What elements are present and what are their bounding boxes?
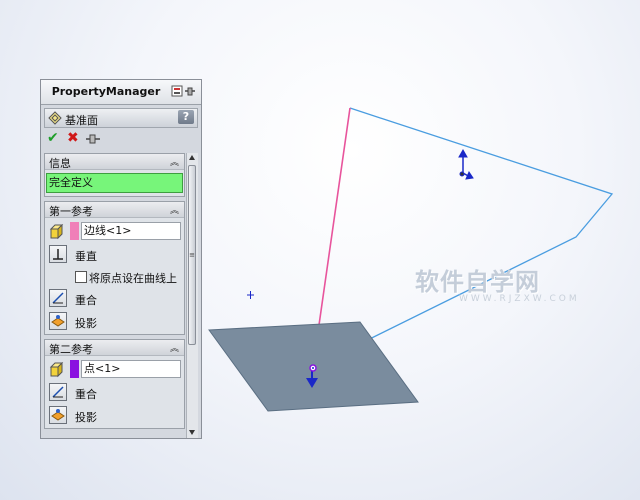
project-icon[interactable] — [49, 312, 67, 330]
panel-pin-icon[interactable] — [171, 85, 197, 98]
perpendicular-icon[interactable] — [49, 245, 67, 263]
status-message: 完全定义 — [46, 173, 183, 193]
project-option[interactable]: 投影 — [45, 311, 184, 333]
panel-scroll-area[interactable]: 信息 ︽ 完全定义 第一参考 ︽ 边线<1> 垂直 将原点设在曲线上 重合 投影… — [44, 153, 185, 438]
perpendicular-label: 垂直 — [75, 250, 97, 263]
ok-check-icon[interactable]: ✔ — [47, 130, 59, 146]
info-group-title: 信息 — [49, 157, 71, 170]
first-reference-title: 第一参考 — [49, 205, 93, 218]
feature-name: 基准面 — [65, 114, 98, 127]
info-group-header[interactable]: 信息 ︽ — [45, 154, 184, 170]
second-reference-group: 第二参考 ︽ 点<1> 重合 投影 — [44, 339, 185, 429]
pushpin-icon[interactable] — [86, 134, 100, 144]
property-manager-panel: PropertyManager 基准面 ? ✔ ✖ 信息 ︽ 完全定义 第一参考… — [40, 79, 202, 439]
help-button[interactable]: ? — [178, 110, 194, 124]
watermark: 软件自学网 WWW.RJZXW.COM — [415, 262, 580, 304]
chevron-up-icon[interactable]: ︽ — [170, 341, 179, 354]
origin-on-curve-row[interactable]: 将原点设在曲线上 — [45, 267, 184, 287]
project-option-2[interactable]: 投影 — [45, 405, 184, 427]
scrollbar-grip-icon: ≡ — [189, 251, 195, 259]
first-reference-color-swatch — [70, 222, 79, 240]
second-reference-title: 第二参考 — [49, 343, 93, 356]
cancel-x-icon[interactable]: ✖ — [67, 130, 79, 146]
project-icon[interactable] — [49, 406, 67, 424]
first-reference-header[interactable]: 第一参考 ︽ — [45, 202, 184, 218]
selection-cube-icon — [49, 362, 64, 378]
info-group: 信息 ︽ 完全定义 — [44, 153, 185, 197]
first-reference-selection-box[interactable]: 边线<1> — [81, 222, 181, 240]
panel-title-bar: PropertyManager — [41, 80, 201, 105]
watermark-text: 软件自学网 — [415, 268, 540, 296]
coincident-icon[interactable] — [49, 289, 67, 307]
panel-scrollbar[interactable]: ≡ — [186, 153, 198, 438]
project-label: 投影 — [75, 317, 97, 330]
coincident-label: 重合 — [75, 294, 97, 307]
chevron-up-icon[interactable]: ︽ — [170, 155, 179, 168]
origin-cross-icon — [247, 291, 254, 299]
panel-title: PropertyManager — [51, 85, 161, 98]
plane-feature-icon — [48, 111, 62, 125]
feature-header: 基准面 ? — [44, 108, 198, 128]
coincident-option-2[interactable]: 重合 — [45, 382, 184, 404]
chevron-up-icon[interactable]: ︽ — [170, 203, 179, 216]
origin-on-curve-label: 将原点设在曲线上 — [89, 272, 177, 285]
action-bar: ✔ ✖ — [41, 128, 201, 150]
scroll-up-arrow-icon[interactable] — [189, 155, 195, 160]
project-label: 投影 — [75, 411, 97, 424]
perpendicular-option[interactable]: 垂直 — [45, 244, 184, 266]
origin-on-curve-checkbox[interactable] — [75, 271, 87, 283]
selection-cube-icon — [49, 224, 64, 240]
coincident-label: 重合 — [75, 388, 97, 401]
watermark-url: WWW.RJZXW.COM — [459, 294, 580, 304]
second-reference-color-swatch — [70, 360, 79, 378]
second-reference-header[interactable]: 第二参考 ︽ — [45, 340, 184, 356]
first-reference-group: 第一参考 ︽ 边线<1> 垂直 将原点设在曲线上 重合 投影 — [44, 201, 185, 335]
coincident-option[interactable]: 重合 — [45, 288, 184, 310]
plane-triad-icon — [458, 148, 474, 180]
second-reference-selection-row: 点<1> — [45, 358, 184, 380]
second-reference-selection-box[interactable]: 点<1> — [81, 360, 181, 378]
first-reference-selection-row: 边线<1> — [45, 220, 184, 242]
scroll-down-arrow-icon[interactable] — [189, 430, 195, 435]
coincident-icon[interactable] — [49, 383, 67, 401]
